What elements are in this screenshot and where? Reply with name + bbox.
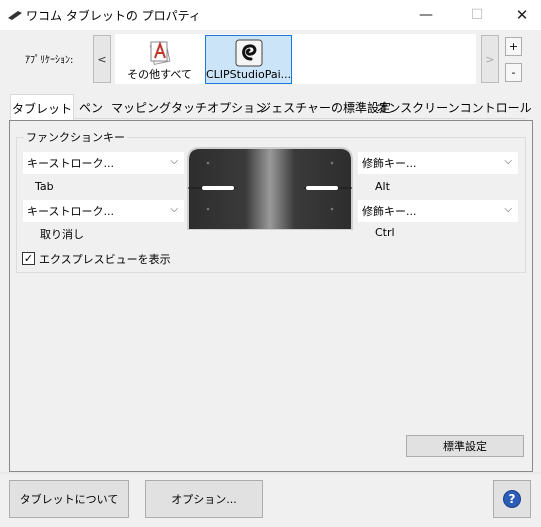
- help-icon: ?: [503, 490, 521, 508]
- add-app-button[interactable]: +: [505, 37, 522, 56]
- bottom-right-key-assignment: Ctrl: [375, 226, 395, 239]
- chevron-down-icon: ⌵: [504, 156, 512, 167]
- dropdown-value: 修飾キー...: [362, 205, 417, 218]
- close-button[interactable]: ✕: [499, 0, 541, 30]
- window-title: ワコム タブレットの プロパティ: [26, 9, 201, 23]
- bottom-right-key-dropdown[interactable]: 修飾キー... ⌵: [358, 200, 518, 222]
- chevron-down-icon: ⌵: [170, 204, 178, 215]
- app-scroll-left-button[interactable]: <: [93, 35, 111, 83]
- tab-mapping[interactable]: マッピング: [110, 96, 172, 119]
- express-view-checkbox[interactable]: ✓: [22, 252, 35, 265]
- clip-studio-icon: [235, 39, 263, 67]
- minimize-button[interactable]: —: [403, 0, 449, 30]
- chevron-down-icon: ⌵: [170, 156, 178, 167]
- tab-tablet[interactable]: タブレット: [10, 94, 74, 121]
- application-label: ｱﾌﾟﾘｹｰｼｮﾝ:: [25, 55, 74, 66]
- all-apps-icon: [149, 41, 171, 66]
- app-tile-label: CLIPStudioPai...: [206, 68, 291, 81]
- app-scroll-right-button[interactable]: >: [481, 35, 499, 83]
- dropdown-value: キーストローク...: [27, 157, 114, 170]
- options-button[interactable]: オプション...: [145, 480, 263, 518]
- tab-pen[interactable]: ペン: [76, 96, 106, 119]
- app-tile-clip-studio[interactable]: CLIPStudioPai...: [205, 35, 292, 84]
- tablet-illustration: [187, 147, 353, 230]
- defaults-button[interactable]: 標準設定: [406, 435, 524, 457]
- maximize-button[interactable]: ☐: [454, 0, 500, 30]
- help-button[interactable]: ?: [493, 480, 531, 518]
- top-left-key-assignment: Tab: [35, 180, 54, 193]
- express-view-label: エクスプレスビューを表示: [39, 253, 171, 266]
- dropdown-value: 修飾キー...: [362, 157, 417, 170]
- app-tile-label: その他すべて: [127, 68, 192, 81]
- about-tablet-button[interactable]: タブレットについて: [9, 480, 129, 518]
- chevron-down-icon: ⌵: [504, 204, 512, 215]
- app-tile-all[interactable]: その他すべて: [116, 35, 203, 84]
- wacom-pen-icon: [8, 11, 22, 20]
- tab-onscreen-controls[interactable]: オンスクリーンコントロール: [376, 96, 531, 119]
- tab-gesture-defaults[interactable]: ジェスチャーの標準設定: [259, 96, 391, 119]
- bottom-left-key-dropdown[interactable]: キーストローク... ⌵: [23, 200, 184, 222]
- top-right-key-assignment: Alt: [375, 180, 390, 193]
- bottom-left-key-assignment: 取り消し: [40, 228, 84, 241]
- function-keys-label: ファンクションキー: [24, 129, 127, 145]
- separator: [0, 472, 541, 474]
- top-right-key-dropdown[interactable]: 修飾キー... ⌵: [358, 152, 518, 174]
- tab-touch-options[interactable]: タッチオプション: [171, 96, 267, 119]
- remove-app-button[interactable]: -: [505, 63, 522, 82]
- dropdown-value: キーストローク...: [27, 205, 114, 218]
- top-left-key-dropdown[interactable]: キーストローク... ⌵: [23, 152, 184, 174]
